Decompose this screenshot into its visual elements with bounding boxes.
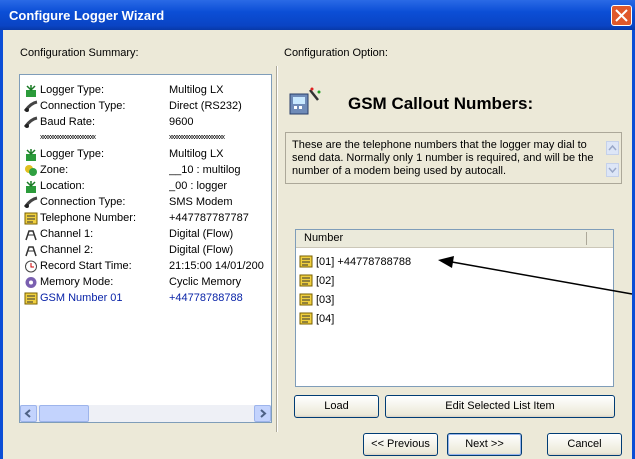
phone-connection-icon (24, 196, 38, 208)
memory-icon (25, 277, 37, 288)
next-button[interactable]: Next >> (447, 433, 522, 456)
summary-row-gsm-number: GSM Number 01 +44778788788 (24, 291, 271, 307)
column-separator[interactable] (586, 232, 587, 245)
title-bar: Configure Logger Wizard (0, 0, 635, 30)
previous-button[interactable]: << Previous (363, 433, 438, 456)
summary-row: Telephone Number: +447787787787 (24, 211, 271, 227)
scroll-left-button[interactable] (20, 405, 37, 422)
description-box: These are the telephone numbers that the… (285, 132, 622, 184)
summary-row: Memory Mode: Cyclic Memory (24, 275, 271, 291)
option-heading: GSM Callout Numbers: (348, 94, 534, 113)
list-item[interactable]: [04] (299, 310, 599, 327)
phone-connection-icon (24, 100, 38, 112)
column-header-number[interactable]: Number (304, 232, 343, 244)
chevron-left-icon (24, 409, 31, 418)
phone-book-icon (299, 312, 313, 325)
chevron-down-icon (608, 167, 617, 174)
phone-connection-icon (24, 116, 38, 128)
close-button[interactable] (611, 5, 632, 26)
scroll-thumb[interactable] (39, 405, 89, 422)
description-text: These are the telephone numbers that the… (292, 139, 594, 177)
logger-antenna-icon (26, 85, 36, 97)
summary-row: Location: _00 : logger (24, 179, 271, 195)
channel-icon (25, 246, 37, 257)
phone-book-icon (299, 274, 313, 287)
description-scroll-up[interactable] (606, 141, 619, 155)
summary-row: Record Start Time: 21:15:00 14/01/200 (24, 259, 271, 275)
gsm-number-list[interactable]: Number [01] +44778788788 [02] [03] [04] (295, 229, 614, 387)
summary-row: Channel 1: Digital (Flow) (24, 227, 271, 243)
configuration-summary-label: Configuration Summary: (20, 47, 139, 59)
phone-book-icon (24, 292, 38, 305)
summary-row: Connection Type: Direct (RS232) (24, 99, 271, 115)
logger-antenna-icon (26, 181, 36, 193)
chevron-up-icon (608, 144, 617, 151)
panel-divider (276, 66, 278, 432)
summary-row: Connection Type: SMS Modem (24, 195, 271, 211)
window-title: Configure Logger Wizard (9, 8, 165, 23)
summary-row: Logger Type: Multilog LX (24, 83, 271, 99)
summary-separator-row: xxxxxxxxxxxxxxxxxxxxxx xxxxxxxxxxxxxxxxx… (40, 134, 225, 141)
edit-selected-list-item-button[interactable]: Edit Selected List Item (385, 395, 615, 418)
close-icon (615, 9, 628, 22)
configuration-option-label: Configuration Option: (284, 47, 388, 59)
phone-book-icon (24, 212, 38, 225)
gsm-modem-icon (289, 87, 321, 115)
cancel-button[interactable]: Cancel (547, 433, 622, 456)
load-button[interactable]: Load (294, 395, 379, 418)
list-item[interactable]: [02] (299, 272, 599, 289)
zone-icon (25, 165, 37, 176)
list-item[interactable]: [01] +44778788788 (299, 253, 599, 270)
list-item[interactable]: [03] (299, 291, 599, 308)
summary-row: Logger Type: Multilog LX (24, 147, 271, 163)
list-header: Number (296, 230, 613, 248)
configuration-summary-list[interactable]: Logger Type: Multilog LX Connection Type… (19, 74, 272, 423)
summary-row: Baud Rate: 9600 (24, 115, 271, 131)
channel-icon (25, 230, 37, 241)
window-frame-left (0, 30, 3, 459)
scroll-right-button[interactable] (254, 405, 271, 422)
clock-icon (25, 260, 37, 273)
description-scroll-down[interactable] (606, 163, 619, 177)
chevron-right-icon (260, 409, 267, 418)
logger-antenna-icon (26, 149, 36, 161)
phone-book-icon (299, 255, 313, 268)
summary-row: Channel 2: Digital (Flow) (24, 243, 271, 259)
phone-book-icon (299, 293, 313, 306)
summary-horizontal-scrollbar[interactable] (20, 405, 271, 422)
summary-row: Zone: __10 : multilog (24, 163, 271, 179)
